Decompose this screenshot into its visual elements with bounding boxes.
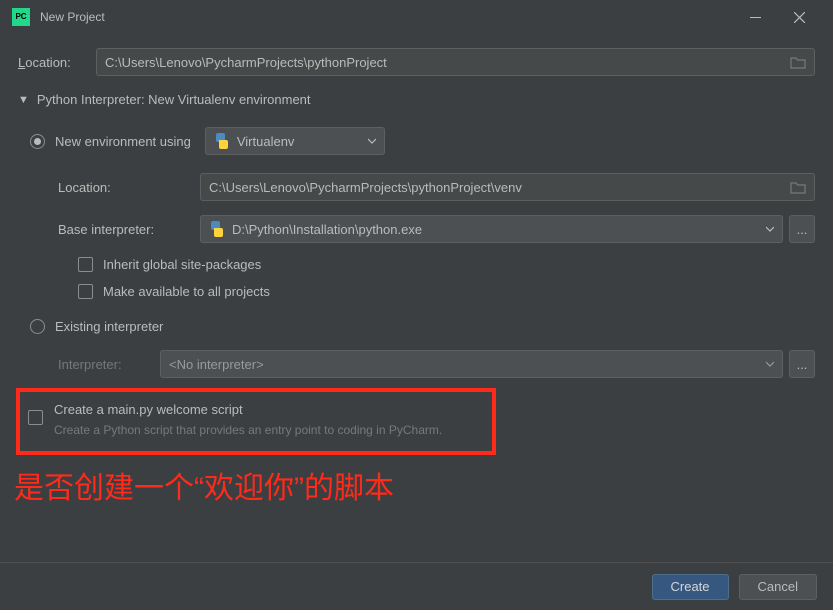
inherit-packages-checkbox[interactable] xyxy=(78,257,93,272)
welcome-script-hint: Create a Python script that provides an … xyxy=(54,423,478,437)
chevron-down-icon xyxy=(766,360,774,368)
dialog-footer: Create Cancel xyxy=(0,562,833,610)
location-input[interactable]: C:\Users\Lenovo\PycharmProjects\pythonPr… xyxy=(96,48,815,76)
interpreter-label: Interpreter: xyxy=(58,357,160,372)
interpreter-options-button[interactable]: ... xyxy=(789,350,815,378)
base-interpreter-combo[interactable]: D:\Python\Installation\python.exe xyxy=(200,215,783,243)
minimize-button[interactable] xyxy=(733,2,777,32)
new-environment-label: New environment using xyxy=(55,134,191,149)
annotation-highlight-box: Create a main.py welcome script Create a… xyxy=(16,388,496,455)
welcome-script-label: Create a main.py welcome script xyxy=(54,402,478,417)
existing-interpreter-radio[interactable] xyxy=(30,319,45,334)
base-interpreter-label: Base interpreter: xyxy=(58,222,200,237)
create-button[interactable]: Create xyxy=(652,574,729,600)
folder-icon[interactable] xyxy=(790,55,806,69)
base-interpreter-options-button[interactable]: ... xyxy=(789,215,815,243)
make-available-label: Make available to all projects xyxy=(103,284,270,299)
interpreter-section-title: Python Interpreter: New Virtualenv envir… xyxy=(37,92,311,107)
inherit-packages-label: Inherit global site-packages xyxy=(103,257,261,272)
env-type-combo[interactable]: Virtualenv xyxy=(205,127,385,155)
existing-interpreter-label: Existing interpreter xyxy=(55,319,163,334)
chevron-down-icon xyxy=(368,137,376,145)
interpreter-section-toggle[interactable]: ▼ Python Interpreter: New Virtualenv env… xyxy=(18,92,815,107)
welcome-script-checkbox[interactable] xyxy=(28,410,43,425)
cancel-button[interactable]: Cancel xyxy=(739,574,817,600)
folder-icon[interactable] xyxy=(790,180,806,194)
chevron-down-icon xyxy=(766,225,774,233)
make-available-checkbox[interactable] xyxy=(78,284,93,299)
annotation-text: 是否创建一个“欢迎你”的脚本 xyxy=(14,463,815,507)
python-icon xyxy=(209,221,225,237)
window-title: New Project xyxy=(40,10,733,24)
python-icon xyxy=(214,133,230,149)
pycharm-icon: PC xyxy=(12,8,30,26)
location-label: Location: xyxy=(18,55,96,70)
close-button[interactable] xyxy=(777,2,821,32)
chevron-down-icon: ▼ xyxy=(18,94,29,106)
env-location-label: Location: xyxy=(58,180,200,195)
interpreter-combo[interactable]: <No interpreter> xyxy=(160,350,783,378)
new-environment-radio[interactable] xyxy=(30,134,45,149)
env-location-input[interactable]: C:\Users\Lenovo\PycharmProjects\pythonPr… xyxy=(200,173,815,201)
title-bar: PC New Project xyxy=(0,0,833,34)
